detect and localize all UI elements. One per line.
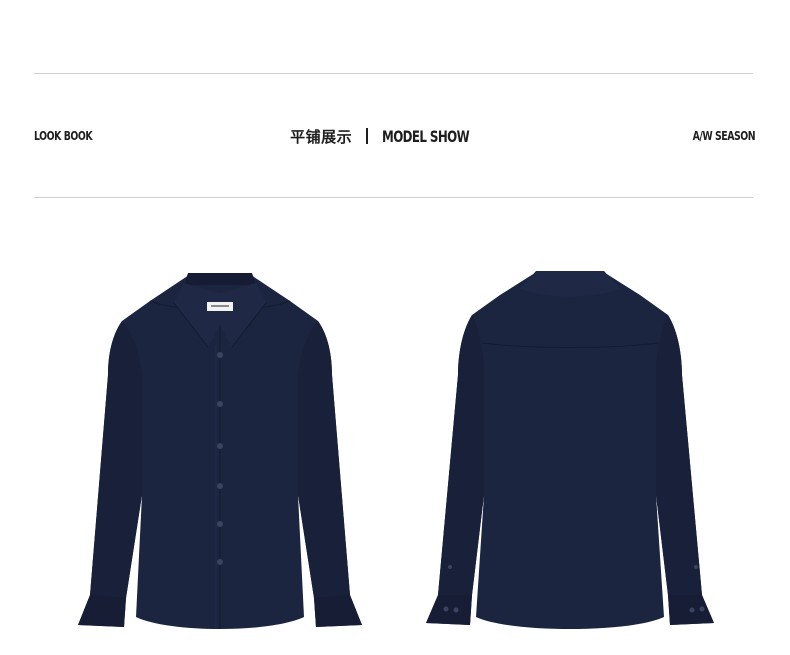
top-divider	[34, 73, 753, 74]
section-title-en: MODEL SHOW	[382, 127, 470, 146]
shirt-front-image	[70, 265, 370, 635]
bottom-divider	[34, 197, 753, 198]
season-label: A/W SEASON	[692, 129, 756, 143]
title-separator	[366, 128, 369, 144]
shirt-back-image	[420, 265, 720, 635]
section-title: 平铺展示 MODEL SHOW	[0, 126, 790, 147]
section-header: LOOK BOOK 平铺展示 MODEL SHOW A/W SEASON	[0, 126, 790, 150]
section-title-cn: 平铺展示	[290, 128, 353, 146]
